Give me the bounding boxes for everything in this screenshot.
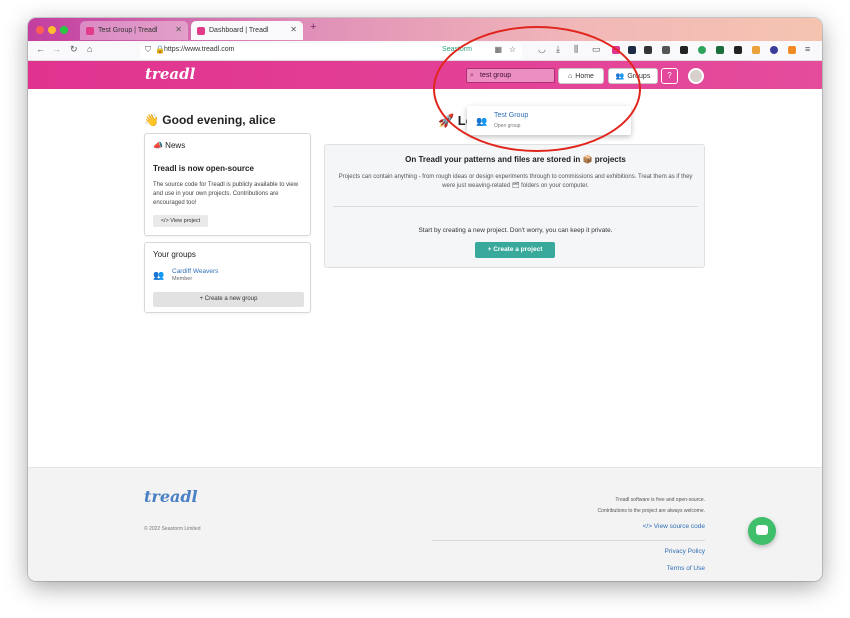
treadl-favicon-icon bbox=[86, 26, 94, 35]
greeting: 👋 Good evening, alice bbox=[144, 113, 276, 127]
news-headline: Treadl is now open-source bbox=[153, 164, 254, 173]
users-icon: 👥 bbox=[153, 270, 165, 280]
tab-label: Dashboard | Treadl bbox=[209, 27, 269, 34]
divider bbox=[432, 540, 705, 541]
footer-line-1: Treadl software is free and open-source. bbox=[615, 497, 705, 503]
create-project-button[interactable]: + Create a project bbox=[475, 242, 555, 258]
close-tab-icon[interactable]: ✕ bbox=[290, 25, 297, 34]
group-role: Member bbox=[172, 276, 193, 282]
extension-icon[interactable] bbox=[644, 46, 652, 54]
projects-panel: On Treadl your patterns and files are st… bbox=[324, 144, 705, 268]
terms-link[interactable]: Terms of Use bbox=[667, 565, 705, 572]
panel-description: Projects can contain anything - from rou… bbox=[338, 174, 693, 189]
news-title: 📣 News bbox=[153, 141, 186, 150]
extension-icon[interactable] bbox=[680, 46, 688, 54]
footer-line-2: Contributions to the project are always … bbox=[597, 508, 705, 514]
close-window-button[interactable] bbox=[36, 26, 44, 34]
news-body: The source code for Treadl is publicly a… bbox=[153, 182, 299, 206]
divider bbox=[333, 206, 698, 207]
navigation-bar: ← → ↻ ⌂ ⛉ 🔒 https://www.treadl.com Seast… bbox=[28, 41, 822, 61]
url-text[interactable]: https://www.treadl.com bbox=[164, 46, 234, 53]
tab-test-group[interactable]: Test Group | Treadl ✕ bbox=[80, 21, 188, 40]
groups-title: Your groups bbox=[153, 250, 196, 259]
extension-icon[interactable] bbox=[662, 46, 670, 54]
treadl-favicon-icon bbox=[197, 26, 205, 35]
annotation-ellipse bbox=[433, 26, 641, 152]
minimize-window-button[interactable] bbox=[48, 26, 56, 34]
view-source-link[interactable]: </> View source code bbox=[643, 523, 705, 530]
extension-icon[interactable] bbox=[716, 46, 724, 54]
extension-icon[interactable] bbox=[698, 46, 706, 54]
help-button[interactable]: ? bbox=[661, 68, 678, 84]
extension-icon[interactable] bbox=[752, 46, 760, 54]
avatar[interactable] bbox=[688, 68, 704, 84]
panel-heading: On Treadl your patterns and files are st… bbox=[405, 155, 626, 164]
menu-icon[interactable]: ≡ bbox=[805, 44, 810, 54]
chat-bubble-icon bbox=[756, 525, 768, 535]
extension-icon[interactable] bbox=[734, 46, 742, 54]
extension-icon[interactable] bbox=[628, 46, 636, 54]
copyright: © 2022 Seastorm Limited bbox=[144, 526, 201, 532]
reload-icon[interactable]: ↻ bbox=[70, 44, 78, 55]
tab-label: Test Group | Treadl bbox=[98, 27, 158, 34]
close-tab-icon[interactable]: ✕ bbox=[175, 25, 182, 34]
shield-icon[interactable]: ⛉ bbox=[145, 45, 151, 55]
footer: treadl © 2022 Seastorm Limited Treadl so… bbox=[28, 467, 822, 581]
back-icon[interactable]: ← bbox=[36, 44, 45, 54]
tab-strip: Test Group | Treadl ✕ Dashboard | Treadl… bbox=[28, 18, 822, 41]
news-card: 📣 News Treadl is now open-source The sou… bbox=[144, 133, 311, 236]
treadl-logo[interactable]: treadl bbox=[145, 65, 195, 83]
extension-icon[interactable] bbox=[788, 46, 796, 54]
privacy-policy-link[interactable]: Privacy Policy bbox=[665, 548, 705, 555]
forward-icon[interactable]: → bbox=[52, 44, 61, 54]
browser-window: Test Group | Treadl ✕ Dashboard | Treadl… bbox=[28, 18, 822, 581]
footer-logo[interactable]: treadl bbox=[144, 487, 198, 506]
app-header: treadl ⌕ test group ⌂ Home 👥 Groups ? bbox=[28, 61, 822, 89]
create-group-button[interactable]: + Create a new group bbox=[153, 292, 304, 307]
extension-icon[interactable] bbox=[770, 46, 778, 54]
panel-cta-text: Start by creating a new project. Don't w… bbox=[418, 227, 613, 234]
view-project-button[interactable]: </> View project bbox=[153, 215, 208, 227]
tab-dashboard[interactable]: Dashboard | Treadl ✕ bbox=[191, 21, 303, 40]
chat-button[interactable] bbox=[748, 517, 776, 545]
groups-card: Your groups 👥 Cardiff Weavers Member + C… bbox=[144, 242, 311, 313]
zoom-window-button[interactable] bbox=[60, 26, 68, 34]
group-link-cardiff-weavers[interactable]: Cardiff Weavers bbox=[172, 268, 218, 275]
home-icon[interactable]: ⌂ bbox=[87, 44, 92, 54]
new-tab-icon[interactable]: + bbox=[310, 21, 316, 33]
